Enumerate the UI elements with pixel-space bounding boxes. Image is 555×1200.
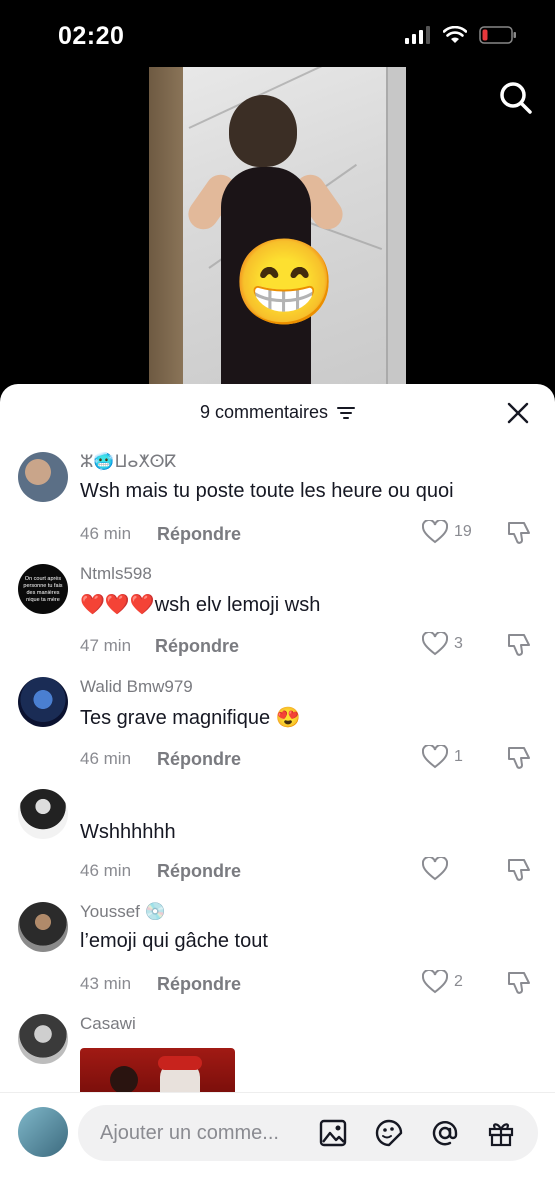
comment-item: ⵣ🥶ⵡⴰⵅⵙⴽ Wsh mais tu poste toute les heur… — [0, 452, 555, 564]
comment-item: Wshhhhhh 46 min Répondre — [0, 789, 555, 901]
comment-time: 46 min — [80, 524, 132, 543]
status-time: 02:20 — [58, 22, 125, 50]
comment-input[interactable] — [100, 1105, 310, 1161]
avatar[interactable] — [18, 677, 68, 727]
mention-icon[interactable] — [430, 1118, 460, 1148]
like-button[interactable]: 1 — [422, 745, 463, 769]
my-avatar[interactable] — [18, 1107, 68, 1157]
like-button[interactable] — [422, 857, 454, 881]
heart-icon — [422, 520, 448, 544]
comment-item: Youssef 💿 l’emoji qui gâche tout 43 min … — [0, 902, 555, 1014]
signal-icon — [405, 26, 430, 44]
status-bar: 02:20 — [0, 0, 555, 70]
like-button[interactable]: 3 — [422, 632, 463, 656]
sticker-icon[interactable] — [374, 1118, 404, 1148]
gift-icon[interactable] — [486, 1118, 516, 1148]
comment-item: On court après personne tu fais des mani… — [0, 564, 555, 676]
reply-button[interactable]: Répondre — [157, 749, 241, 770]
close-icon[interactable] — [507, 402, 529, 424]
image-icon[interactable] — [318, 1118, 348, 1148]
battery-icon — [479, 26, 516, 44]
comment-count-label: 9 commentaires — [199, 402, 329, 422]
like-button[interactable]: 19 — [422, 520, 472, 544]
comment-username[interactable]: ⵣ🥶ⵡⴰⵅⵙⴽ — [80, 452, 176, 472]
comment-count-title[interactable]: 9 commentaires — [0, 402, 555, 423]
dislike-icon[interactable] — [506, 632, 532, 658]
sheet-header: 9 commentaires — [0, 384, 555, 442]
comment-username[interactable]: Ntmls598 — [80, 564, 152, 584]
heart-icon — [422, 970, 448, 994]
comment-input-pill[interactable] — [78, 1105, 538, 1161]
comment-input-bar — [0, 1092, 555, 1200]
heart-icon — [422, 857, 448, 881]
filter-icon[interactable] — [337, 406, 356, 420]
comment-time: 46 min — [80, 749, 132, 768]
dislike-icon[interactable] — [506, 745, 532, 771]
comment-time: 46 min — [80, 861, 132, 880]
comment-text: Wsh mais tu poste toute les heure ou quo… — [80, 480, 454, 502]
avatar[interactable] — [18, 1014, 68, 1064]
status-icons — [405, 26, 517, 44]
reply-button[interactable]: Répondre — [155, 636, 239, 657]
reply-button[interactable]: Répondre — [157, 974, 241, 995]
dislike-icon[interactable] — [506, 520, 532, 546]
comment-text: Wshhhhhh — [80, 821, 176, 843]
comment-image[interactable] — [80, 1048, 235, 1092]
comment-username[interactable]: Walid Bmw979 — [80, 677, 193, 697]
dislike-icon[interactable] — [506, 970, 532, 996]
like-button[interactable]: 2 — [422, 970, 463, 994]
avatar[interactable] — [18, 452, 68, 502]
like-count: 19 — [454, 523, 472, 540]
like-count: 2 — [454, 973, 463, 990]
dislike-icon[interactable] — [506, 857, 532, 883]
like-count: 1 — [454, 748, 463, 765]
wifi-icon — [443, 26, 467, 43]
avatar[interactable] — [18, 902, 68, 952]
reply-button[interactable]: Répondre — [157, 861, 241, 882]
comment-text: Tes grave magnifique 😍 — [80, 707, 301, 729]
like-count: 3 — [454, 635, 463, 652]
video-door — [149, 67, 183, 397]
comment-item: Walid Bmw979 Tes grave magnifique 😍 46 m… — [0, 677, 555, 789]
comment-text: ❤️❤️❤️wsh elv lemoji wsh — [80, 594, 321, 616]
comment-time: 43 min — [80, 974, 132, 993]
emoji-overlay: 😁 — [232, 235, 337, 329]
avatar[interactable] — [18, 789, 68, 839]
heart-icon — [422, 745, 448, 769]
comment-username[interactable]: Casawi — [80, 1014, 136, 1034]
comment-time: 47 min — [80, 636, 132, 655]
comment-username[interactable]: Youssef 💿 — [80, 902, 166, 922]
video-door-frame — [386, 67, 406, 397]
search-icon[interactable] — [498, 80, 534, 116]
avatar[interactable]: On court après personne tu fais des mani… — [18, 564, 68, 614]
comment-text: l’emoji qui gâche tout — [80, 930, 268, 952]
avatar-caption: On court après personne tu fais des mani… — [23, 576, 63, 603]
heart-icon — [422, 632, 448, 656]
reply-button[interactable]: Répondre — [157, 524, 241, 545]
video-preview[interactable] — [149, 67, 406, 397]
